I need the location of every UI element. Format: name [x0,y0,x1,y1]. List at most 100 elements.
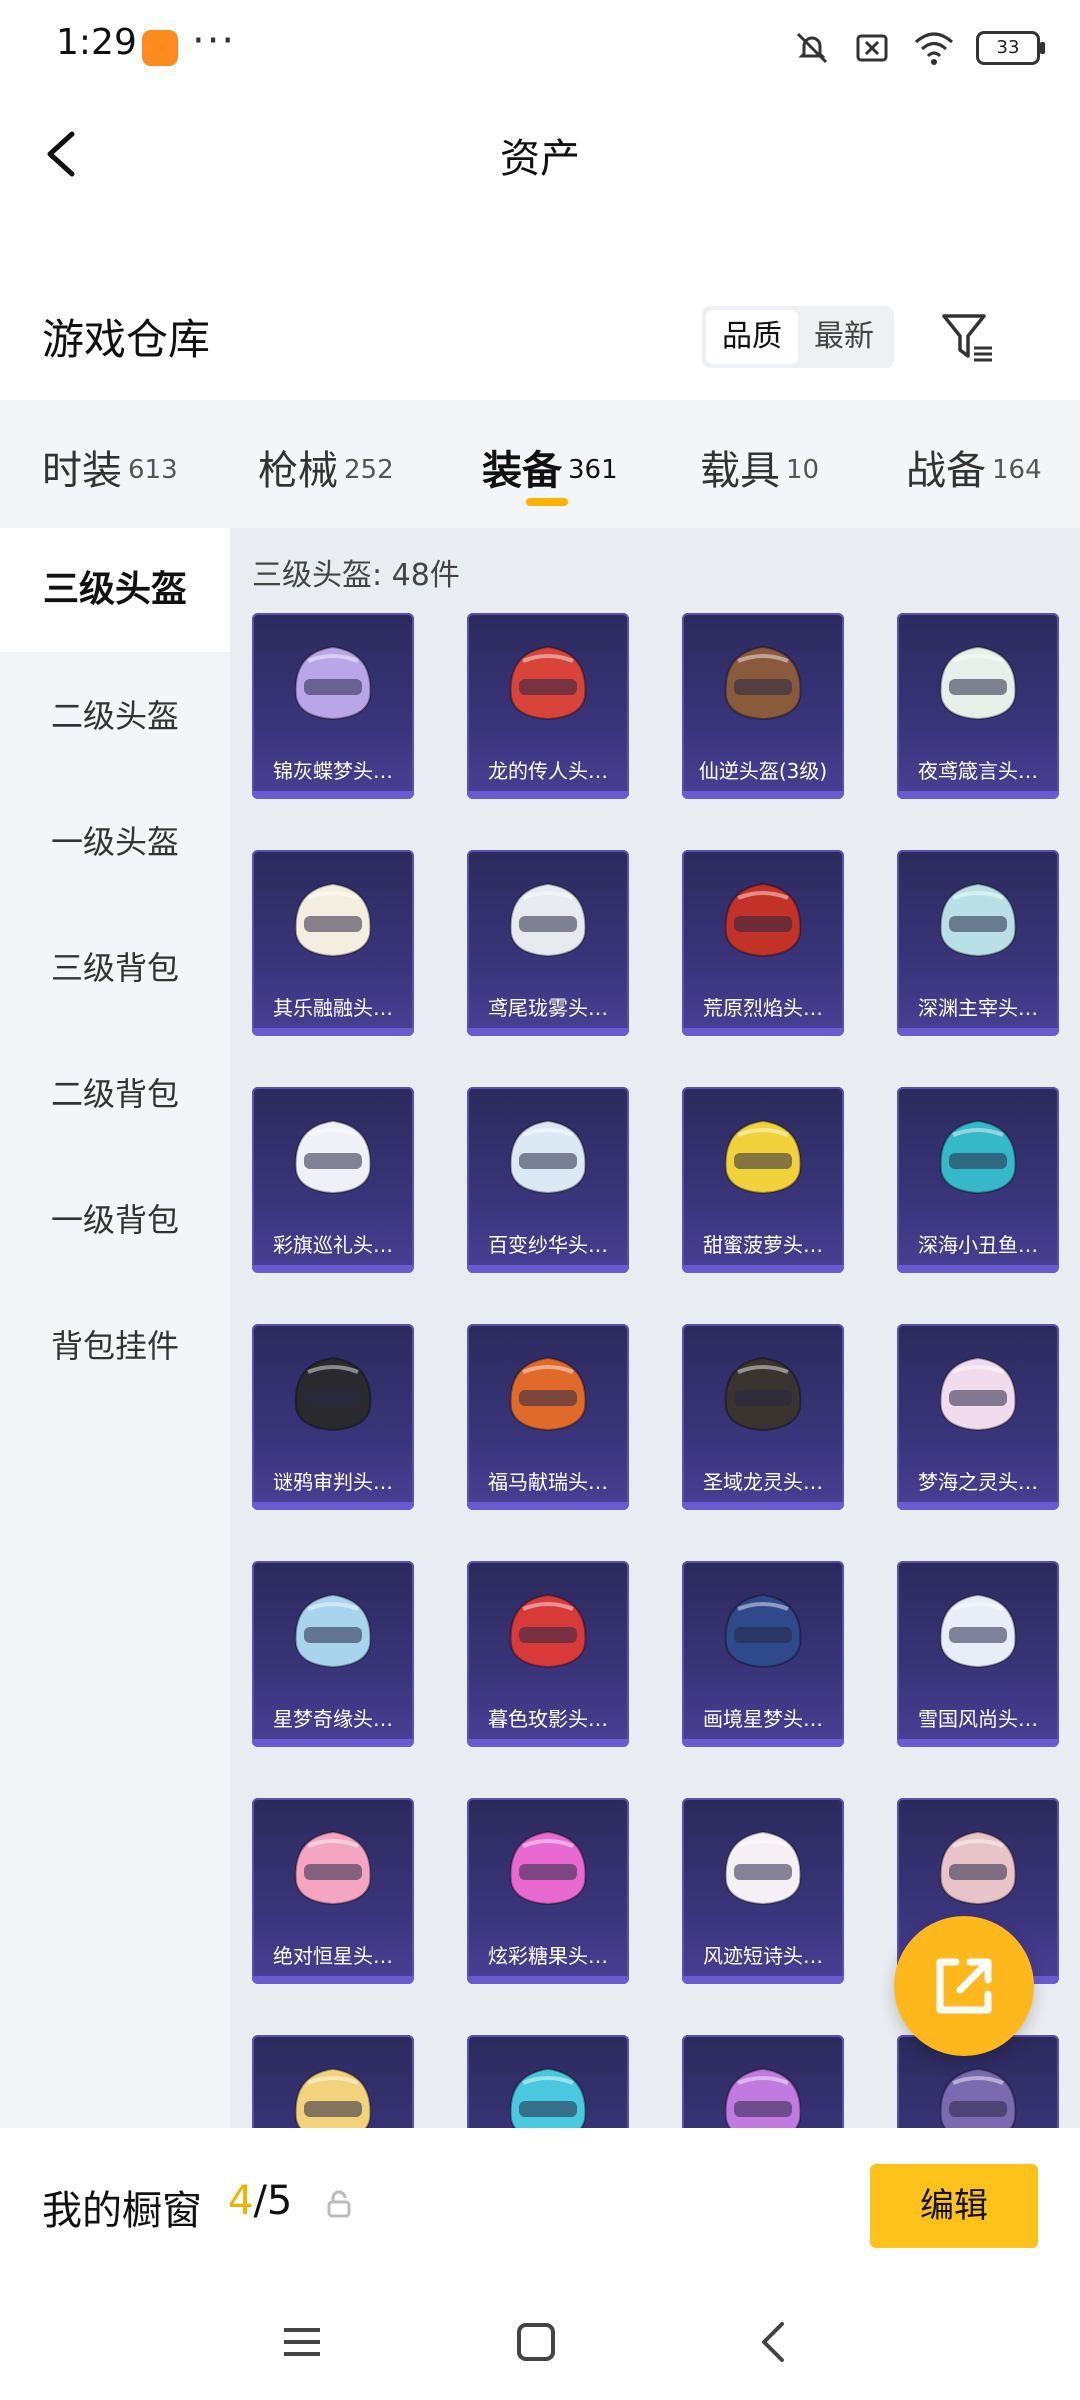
item-card[interactable]: 仙逆头盔(3级) [682,613,844,799]
menu-icon[interactable] [272,2312,332,2372]
item-card[interactable]: 龙的传人头… [467,613,629,799]
item-card[interactable]: 梦海之灵头… [897,1324,1059,1510]
item-card[interactable]: 谜鸦审判头… [252,1324,414,1510]
item-card[interactable]: 百变纱华头… [467,1087,629,1273]
wifi-icon [915,32,953,65]
item-card[interactable]: 圣域龙灵头… [682,1324,844,1510]
item-name: 深渊主宰头… [918,996,1038,1020]
page-title: 资产 [500,136,580,182]
tab-label: 时装 [42,448,122,494]
item-card[interactable]: 福马献瑞头… [467,1324,629,1510]
item-card[interactable]: 甜蜜菠萝头… [682,1087,844,1273]
tab-count: 10 [786,455,820,485]
item-card[interactable]: 炫彩糖果头… [467,1798,629,1984]
rarity-bar [467,1502,629,1510]
item-name: 星梦奇缘头… [273,1707,393,1731]
rarity-bar [252,1028,414,1036]
item-card[interactable]: 深渊主宰头… [897,850,1059,1036]
helmet-icon [724,645,802,721]
item-card[interactable] [682,2035,844,2128]
tab-label: 载具 [700,448,780,494]
item-name: 锦灰蝶梦头… [273,759,393,783]
helmet-icon [294,1593,372,1669]
tab-fashion[interactable]: 时装 613 [42,438,178,496]
rarity-bar [682,1502,844,1510]
tab-label: 枪械 [258,448,338,494]
helmet-icon [509,1119,587,1195]
rarity-bar [467,1028,629,1036]
helmet-icon [939,1119,1017,1195]
item-name: 彩旗巡礼头… [273,1233,393,1257]
category-tabs: 时装 613 枪械 252 装备 361 载具 10 战备 164 [0,400,1080,528]
item-name: 仙逆头盔(3级) [698,759,828,783]
back-icon[interactable] [744,2312,804,2372]
rarity-bar [467,791,629,799]
item-card[interactable]: 夜鸢箴言头… [897,613,1059,799]
tab-count: 361 [568,455,618,485]
item-card[interactable]: 荒原烈焰头… [682,850,844,1036]
item-card[interactable]: 彩旗巡礼头… [252,1087,414,1273]
item-card[interactable]: 风迹短诗头… [682,1798,844,1984]
item-card[interactable]: 其乐融融头… [252,850,414,1036]
active-tab-indicator [526,498,568,506]
subcategory-sidebar: 三级头盔 二级头盔 一级头盔 三级背包 二级背包 一级背包 背包挂件 [0,528,230,2128]
helmet-icon [509,1830,587,1906]
helmet-icon [509,882,587,958]
rarity-bar [252,1502,414,1510]
mute-icon [796,32,828,64]
helmet-icon [724,2067,802,2128]
rarity-bar [682,791,844,799]
item-card[interactable]: 绝对恒星头… [252,1798,414,1984]
sidebar-item-level2-backpack[interactable]: 二级背包 [0,1032,230,1156]
showcase-count: 4/5 [228,2178,292,2224]
item-card[interactable]: 雪国风尚头… [897,1561,1059,1747]
rarity-bar [252,1739,414,1747]
rarity-bar [467,1739,629,1747]
helmet-icon [509,2067,587,2128]
tab-firearms[interactable]: 枪械 252 [258,438,394,496]
share-button[interactable] [894,1916,1034,2056]
item-name: 甜蜜菠萝头… [703,1233,823,1257]
sidebar-item-level1-helmet[interactable]: 一级头盔 [0,780,230,904]
showcase-bar: 我的橱窗 4/5 编辑 [0,2128,1080,2278]
sidebar-item-level3-helmet[interactable]: 三级头盔 [0,528,230,652]
item-name: 风迹短诗头… [703,1944,823,1968]
lock-icon [327,2190,351,2218]
item-name: 绝对恒星头… [273,1944,393,1968]
tab-combat-gear[interactable]: 战备 164 [906,438,1042,496]
tab-vehicles[interactable]: 载具 10 [700,438,819,496]
tab-label: 装备 [482,448,562,494]
sidebar-item-level1-backpack[interactable]: 一级背包 [0,1158,230,1282]
sidebar-item-level2-helmet[interactable]: 二级头盔 [0,654,230,778]
rarity-bar [467,1265,629,1273]
rarity-bar [252,1265,414,1273]
no-sim-icon [856,34,888,62]
item-card[interactable]: 锦灰蝶梦头… [252,613,414,799]
rarity-bar [897,1502,1059,1510]
item-card[interactable]: 画境星梦头… [682,1561,844,1747]
helmet-icon [509,1593,587,1669]
item-card[interactable]: 暮色玫影头… [467,1561,629,1747]
item-card[interactable]: 星梦奇缘头… [252,1561,414,1747]
item-card[interactable]: 鸢尾珑雾头… [467,850,629,1036]
item-card[interactable] [252,2035,414,2128]
helmet-icon [939,1593,1017,1669]
filter-icon[interactable] [940,310,996,366]
home-icon[interactable] [506,2312,566,2372]
tab-count: 252 [344,455,394,485]
item-name: 梦海之灵头… [918,1470,1038,1494]
sort-by-quality[interactable]: 品质 [706,310,798,364]
item-card[interactable] [467,2035,629,2128]
sort-by-newest[interactable]: 最新 [798,310,890,364]
tab-equipment[interactable]: 装备 361 [482,438,618,496]
sidebar-item-backpack-charm[interactable]: 背包挂件 [0,1284,230,1408]
helmet-icon [724,1593,802,1669]
battery-icon: 33 [976,31,1045,65]
sidebar-item-level3-backpack[interactable]: 三级背包 [0,906,230,1030]
item-card[interactable]: 深海小丑鱼… [897,1087,1059,1273]
tab-count: 613 [128,455,178,485]
rarity-bar [897,1028,1059,1036]
warehouse-title: 游戏仓库 [42,315,211,364]
edit-button[interactable]: 编辑 [870,2164,1038,2248]
item-count-label: 三级头盔: 48件 [252,558,460,593]
